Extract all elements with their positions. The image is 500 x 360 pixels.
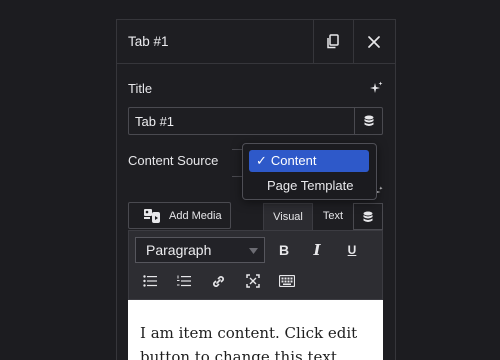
divider: [353, 20, 354, 63]
title-field[interactable]: Tab #1: [128, 107, 383, 135]
dynamic-tag-button[interactable]: [353, 203, 383, 230]
format-select[interactable]: Paragraph: [135, 237, 265, 263]
title-input[interactable]: Tab #1: [135, 114, 174, 129]
bullet-list-icon: [143, 275, 157, 287]
italic-button[interactable]: I: [306, 239, 328, 261]
bullet-list-button[interactable]: [139, 270, 161, 292]
check-icon: ✓: [256, 153, 267, 168]
panel-title: Tab #1: [128, 34, 169, 49]
tab-visual-label: Visual: [273, 211, 303, 223]
close-button[interactable]: [355, 20, 393, 63]
keyboard-icon: [279, 275, 295, 287]
bold-button[interactable]: B: [273, 239, 295, 261]
option-content-text: Content: [270, 153, 317, 168]
add-media-button[interactable]: Add Media: [128, 202, 231, 229]
close-icon: [368, 35, 380, 48]
fullscreen-button[interactable]: [242, 270, 264, 292]
dropdown-option-content[interactable]: ✓ Content: [249, 150, 369, 172]
dropdown-option-label: ✓ Content: [256, 153, 316, 169]
link-icon: [212, 275, 224, 287]
numbered-list-icon: [177, 275, 191, 287]
dropdown-option-page-template[interactable]: Page Template: [267, 178, 354, 193]
numbered-list-button[interactable]: [173, 270, 195, 292]
format-select-value: Paragraph: [146, 242, 212, 258]
database-icon: [364, 115, 373, 126]
panel-header: Tab #1: [117, 20, 395, 64]
database-icon: [363, 211, 373, 222]
tab-text-label: Text: [322, 210, 344, 222]
content-source-dropdown: ✓ Content Page Template: [242, 143, 377, 200]
title-label: Title: [128, 81, 153, 96]
dynamic-tag-button[interactable]: [354, 108, 382, 134]
content-source-label: Content Source: [128, 153, 219, 168]
underline-button[interactable]: U: [341, 239, 363, 261]
editor-content-area[interactable]: I am item content. Click edit button to …: [128, 300, 383, 360]
toolbar-toggle-button[interactable]: [276, 270, 298, 292]
add-media-label: Add Media: [169, 210, 222, 222]
sparkle-icon[interactable]: [369, 81, 383, 95]
fullscreen-icon: [246, 274, 260, 288]
duplicate-icon: [327, 34, 339, 49]
tab-visual[interactable]: Visual: [263, 203, 313, 230]
tab-text[interactable]: Text: [313, 203, 353, 230]
add-media-icon: [144, 209, 160, 223]
link-button[interactable]: [207, 270, 229, 292]
editor-content-text: I am item content. Click edit button to …: [140, 324, 358, 360]
chevron-down-icon: [249, 248, 258, 254]
duplicate-button[interactable]: [314, 20, 352, 63]
